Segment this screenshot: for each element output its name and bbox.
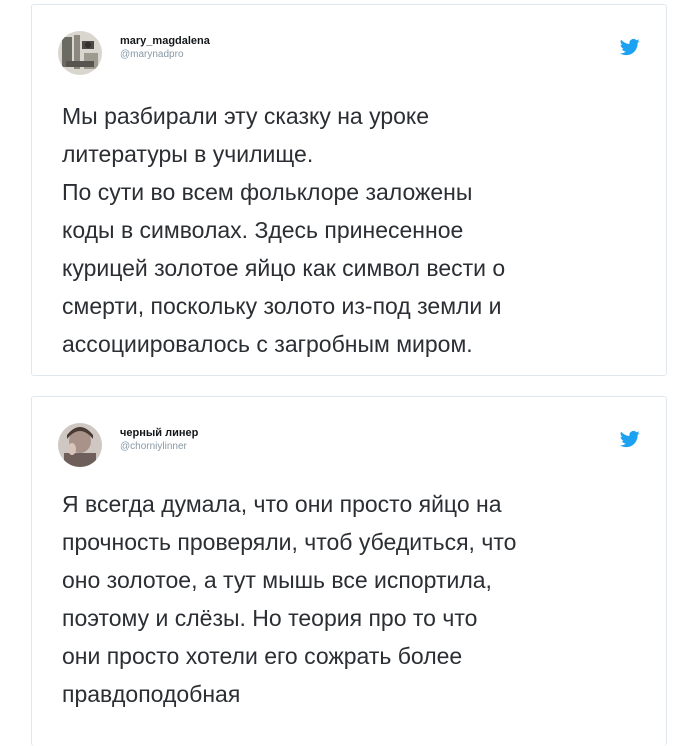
username-handle[interactable]: @chorniylinner: [120, 441, 187, 453]
tweet-card: черный линер @chorniylinner Я всегда дум…: [31, 396, 667, 746]
twitter-bird-icon[interactable]: [619, 37, 640, 57]
tweet-text: Я всегда думала, что они просто яйцо на …: [62, 491, 517, 707]
display-name[interactable]: черный линер: [120, 427, 198, 440]
username-handle[interactable]: @marynadpro: [120, 49, 184, 61]
display-name[interactable]: mary_magdalena: [120, 35, 210, 48]
tweet-card: mary_magdalena @marynadpro Мы разбирали …: [31, 4, 667, 376]
avatar-image: [58, 31, 102, 75]
avatar[interactable]: [58, 31, 102, 75]
twitter-bird-icon[interactable]: [619, 429, 640, 449]
tweet-text: Мы разбирали эту сказку на уроке литерат…: [62, 103, 506, 357]
avatar-image: [58, 423, 102, 467]
avatar[interactable]: [58, 423, 102, 467]
